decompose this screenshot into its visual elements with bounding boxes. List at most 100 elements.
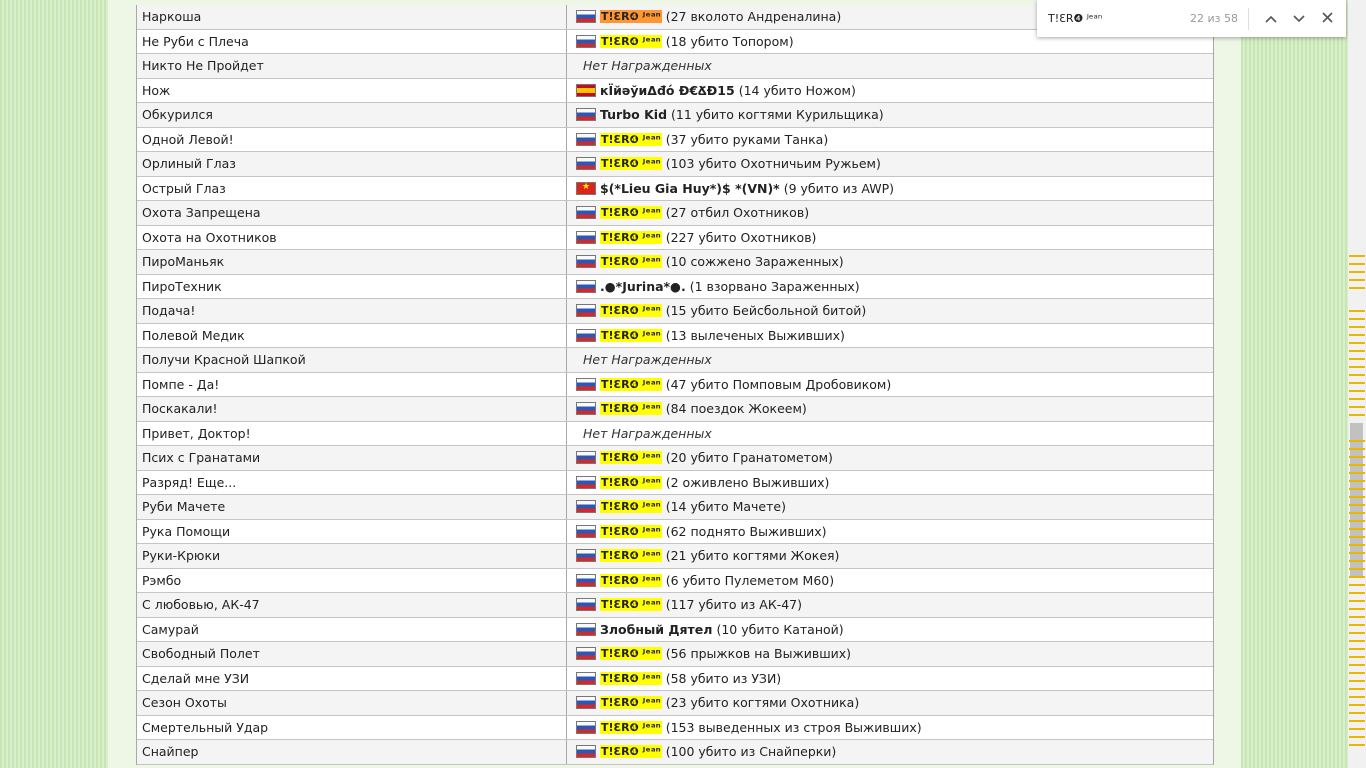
- player-name[interactable]: T!ƐR❹ ᴶᵉᵃⁿ: [600, 720, 662, 734]
- award-name: Разряд! Еще...: [137, 470, 567, 494]
- vertical-scrollbar[interactable]: [1348, 0, 1366, 768]
- country-flag-icon: [576, 255, 596, 269]
- chevron-down-icon[interactable]: [1285, 11, 1313, 27]
- close-icon[interactable]: [1313, 11, 1341, 27]
- country-flag-icon: [576, 10, 596, 24]
- player-name[interactable]: T!ƐR❹ ᴶᵉᵃⁿ: [600, 451, 662, 465]
- award-detail: (10 убито Катаной): [716, 621, 844, 637]
- country-flag-icon: [576, 720, 596, 734]
- player-name[interactable]: T!ƐR❹ ᴶᵉᵃⁿ: [600, 157, 662, 171]
- chevron-up-icon[interactable]: [1257, 11, 1285, 27]
- table-row: Снайпер T!ƐR❹ ᴶᵉᵃⁿ (100 убито из Снайперки…: [137, 740, 1213, 765]
- award-detail: (11 убито когтями Курильщика): [671, 107, 884, 123]
- award-winner-cell: T!ƐR❹ ᴶᵉᵃⁿ (10 сожжено Зараженных): [567, 250, 1213, 274]
- page-background-right: [1241, 0, 1348, 768]
- award-detail: (62 поднято Выживших): [665, 523, 827, 539]
- country-flag-icon: [576, 671, 596, 685]
- player-name[interactable]: T!ƐR❹ ᴶᵉᵃⁿ: [600, 549, 662, 563]
- award-winner-cell: T!ƐR❹ ᴶᵉᵃⁿ (58 убито из УЗИ): [567, 667, 1213, 691]
- player-name[interactable]: T!ƐR❹ ᴶᵉᵃⁿ: [600, 304, 662, 318]
- table-row: Сезон Охоты T!ƐR❹ ᴶᵉᵃⁿ (23 убито когтями О…: [137, 691, 1213, 716]
- table-row: Самурай Злобный Дятел (10 убито Катаной): [137, 617, 1213, 642]
- player-name[interactable]: T!ƐR❹ ᴶᵉᵃⁿ: [600, 573, 662, 587]
- country-flag-icon: [576, 34, 596, 48]
- player-name[interactable]: T!ƐR❹ ᴶᵉᵃⁿ: [600, 598, 662, 612]
- award-detail: (27 вколото Андреналина): [665, 9, 842, 25]
- player-name[interactable]: Turbo Kid: [600, 107, 667, 122]
- scrollbar-match-marker: [1349, 632, 1365, 634]
- award-winner-cell: $(*Lieu Gia Huy*)$ *(VN)*(9 убито из AWP…: [567, 177, 1213, 201]
- table-row: Помпе - Да! T!ƐR❹ ᴶᵉᵃⁿ (47 убито Помповым …: [137, 372, 1213, 397]
- scrollbar-match-marker: [1349, 680, 1365, 682]
- scrollbar-match-marker: [1349, 600, 1365, 602]
- scrollbar-match-marker: [1349, 664, 1365, 666]
- player-name[interactable]: T!ƐR❹ ᴶᵉᵃⁿ: [600, 696, 662, 710]
- scrollbar-match-marker: [1349, 366, 1365, 368]
- country-flag-icon: [576, 598, 596, 612]
- award-winner-cell: Злобный Дятел (10 убито Катаной): [567, 618, 1213, 642]
- award-detail: (56 прыжков на Выживших): [665, 646, 852, 662]
- table-row: Подача! T!ƐR❹ ᴶᵉᵃⁿ (15 убито Бейсбольной б…: [137, 299, 1213, 324]
- player-name[interactable]: кЇйәўиΔđό Ð€ՃĐ15: [600, 83, 735, 98]
- award-winner-cell: T!ƐR❹ ᴶᵉᵃⁿ (2 оживлено Выживших): [567, 471, 1213, 495]
- find-input[interactable]: T!ƐR❹ ᴶᵉᵃⁿ: [1048, 12, 1178, 25]
- scrollbar-match-marker: [1349, 310, 1365, 312]
- country-flag-icon: [576, 451, 596, 465]
- award-name: Сезон Охоты: [137, 691, 567, 715]
- player-name[interactable]: T!ƐR❹ ᴶᵉᵃⁿ: [600, 328, 662, 342]
- table-row: ПироТехник .●*Jurina*●. (1 взорвано Зараже…: [137, 274, 1213, 299]
- country-flag-icon: [576, 377, 596, 391]
- award-name: Охота на Охотников: [137, 225, 567, 249]
- table-row: Рэмбо T!ƐR❹ ᴶᵉᵃⁿ (6 убито Пулеметом M60): [137, 568, 1213, 593]
- award-name: С любовью, АК-47: [137, 593, 567, 617]
- scrollbar-match-marker: [1349, 584, 1365, 586]
- scrollbar-match-marker: [1349, 271, 1365, 273]
- scrollbar-match-marker: [1349, 279, 1365, 281]
- player-name[interactable]: T!ƐR❹ ᴶᵉᵃⁿ: [600, 377, 662, 391]
- award-detail: (117 убито из АК-47): [665, 597, 802, 613]
- award-winner-cell: T!ƐR❹ ᴶᵉᵃⁿ (13 вылеченых Выживших): [567, 324, 1213, 348]
- table-row: Поскакали! T!ƐR❹ ᴶᵉᵃⁿ (84 поездок Жокеем): [137, 397, 1213, 422]
- award-name: Привет, Доктор!: [137, 421, 567, 445]
- player-name[interactable]: T!ƐR❹ ᴶᵉᵃⁿ: [600, 524, 662, 538]
- award-winner-cell: T!ƐR❹ ᴶᵉᵃⁿ (100 убито из Снайперки): [567, 740, 1213, 764]
- country-flag-icon: [576, 157, 596, 171]
- country-flag-icon: [576, 524, 596, 538]
- player-name[interactable]: T!ƐR❹ ᴶᵉᵃⁿ: [600, 475, 662, 489]
- scrollbar-match-marker: [1349, 318, 1365, 320]
- player-name[interactable]: T!ƐR❹ ᴶᵉᵃⁿ: [600, 500, 662, 514]
- find-divider: [1248, 7, 1249, 30]
- scrollbar-match-marker: [1349, 374, 1365, 376]
- scrollbar-match-marker: [1349, 528, 1365, 530]
- player-name[interactable]: T!ƐR❹ ᴶᵉᵃⁿ: [600, 34, 662, 48]
- player-name[interactable]: T!ƐR❹ ᴶᵉᵃⁿ: [600, 745, 662, 759]
- no-winner-text: Нет Награжденных: [583, 58, 712, 74]
- player-name[interactable]: $(*Lieu Gia Huy*)$ *(VN)*: [600, 181, 780, 196]
- award-name: Охота Запрещена: [137, 201, 567, 225]
- player-name[interactable]: T!ƐR❹ ᴶᵉᵃⁿ: [600, 402, 662, 416]
- player-name[interactable]: T!ƐR❹ ᴶᵉᵃⁿ: [600, 230, 662, 244]
- player-name[interactable]: T!ƐR❹ ᴶᵉᵃⁿ: [600, 647, 662, 661]
- player-name[interactable]: T!ƐR❹ ᴶᵉᵃⁿ: [600, 10, 662, 24]
- scrollbar-thumb[interactable]: [1350, 423, 1363, 578]
- scrollbar-match-marker: [1349, 448, 1365, 450]
- player-name[interactable]: Злобный Дятел: [600, 622, 712, 637]
- award-winner-cell: T!ƐR❹ ᴶᵉᵃⁿ (27 отбил Охотников): [567, 201, 1213, 225]
- award-detail: (58 убито из УЗИ): [665, 670, 782, 686]
- player-name[interactable]: T!ƐR❹ ᴶᵉᵃⁿ: [600, 206, 662, 220]
- player-name[interactable]: .●*Jurina*●.: [600, 279, 686, 294]
- table-row: Орлиный Глаз T!ƐR❹ ᴶᵉᵃⁿ (103 убито Охотнич…: [137, 152, 1213, 177]
- award-name: Руки-Крюки: [137, 544, 567, 568]
- player-name[interactable]: T!ƐR❹ ᴶᵉᵃⁿ: [600, 132, 662, 146]
- scrollbar-match-marker: [1349, 255, 1365, 257]
- player-name[interactable]: T!ƐR❹ ᴶᵉᵃⁿ: [600, 255, 662, 269]
- award-name: Острый Глаз: [137, 176, 567, 200]
- scrollbar-match-marker: [1349, 512, 1365, 514]
- scrollbar-match-marker: [1349, 616, 1365, 618]
- country-flag-icon: [576, 230, 596, 244]
- award-detail: (103 убито Охотничьим Ружьем): [665, 156, 881, 172]
- awards-table: Наркоша T!ƐR❹ ᴶᵉᵃⁿ (27 вколото Андреналина…: [136, 5, 1214, 765]
- award-winner-cell: T!ƐR❹ ᴶᵉᵃⁿ (23 убито когтями Охотника): [567, 691, 1213, 715]
- player-name[interactable]: T!ƐR❹ ᴶᵉᵃⁿ: [600, 671, 662, 685]
- scrollbar-match-marker: [1349, 688, 1365, 690]
